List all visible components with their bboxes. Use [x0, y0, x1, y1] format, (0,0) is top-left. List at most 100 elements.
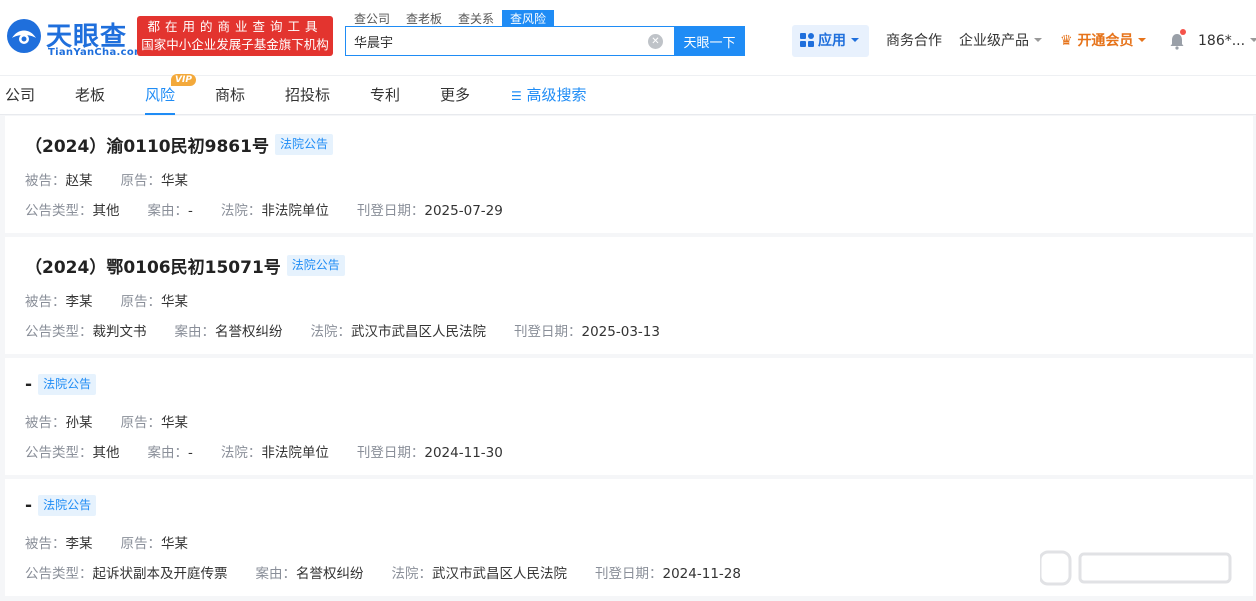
case-number[interactable]: -: [25, 496, 32, 516]
notification-dot: [1180, 29, 1186, 35]
defendant-value: 赵某: [65, 173, 93, 189]
court-label: 法院：: [310, 324, 352, 340]
case-title-row: - 法院公告: [25, 374, 97, 398]
tab-patent[interactable]: 专利: [370, 76, 400, 115]
result-card[interactable]: （2024）鄂0106民初15071号 法院公告 被告：李某 原告：华某 公告类型：…: [5, 237, 1253, 354]
category-tabs: 公司 老板 风险 VIP 商标 招投标 专利 更多 ☰ 高级搜索: [0, 74, 1256, 115]
plaintiff-value: 华某: [161, 415, 188, 431]
tab-company[interactable]: 公司: [5, 76, 35, 115]
logo[interactable]: 天眼查 TianYanCha.com: [6, 16, 144, 60]
details-row: 公告类型：其他 案由：- 法院：非法院单位 刊登日期：2024-11-30: [25, 441, 531, 461]
search-button[interactable]: 天眼一下: [674, 26, 745, 56]
result-card[interactable]: - 法院公告 被告：孙某 原告：华某 公告类型：其他 案由：- 法院：非法院单位 刊登日期…: [5, 358, 1253, 475]
plaintiff-value: 华某: [161, 536, 188, 552]
date-value: 2025-07-29: [424, 203, 503, 219]
watermark-icon: [1040, 550, 1232, 586]
chevron-down-icon: [1250, 38, 1256, 42]
defendant-value: 李某: [65, 294, 93, 310]
defendant-label: 被告：: [25, 415, 66, 431]
business-link[interactable]: 商务合作: [886, 25, 942, 57]
user-phone: 186*...: [1198, 33, 1246, 49]
details-row: 公告类型：其他 案由：- 法院：非法院单位 刊登日期：2025-07-29: [25, 199, 531, 219]
type-value: 其他: [92, 445, 120, 461]
type-value: 其他: [92, 203, 120, 219]
court-value: 非法院单位: [261, 445, 329, 461]
type-value: 裁判文书: [92, 324, 147, 340]
app-grid-icon: [800, 33, 814, 47]
court-value: 武汉市武昌区人民法院: [351, 324, 486, 340]
court-label: 法院：: [220, 445, 262, 461]
notice-tag: 法院公告: [274, 134, 333, 155]
type-label: 公告类型：: [25, 445, 93, 461]
court-value: 非法院单位: [261, 203, 329, 219]
vip-badge: VIP: [171, 74, 196, 86]
case-title-row: （2024）鄂0106民初15071号 法院公告: [25, 253, 345, 278]
result-card[interactable]: （2024）渝0110民初9861号 法院公告 被告：赵某 原告：华某 公告类型：其…: [5, 116, 1253, 233]
slogan-banner: 都在用的商业查询工具 国家中小企业发展子基金旗下机构: [137, 16, 333, 56]
cause-value: 名誉权纠纷: [215, 324, 283, 340]
tab-bidding[interactable]: 招投标: [285, 76, 330, 115]
parties-row: 被告：李某 原告：华某: [25, 532, 216, 552]
cause-label: 案由：: [174, 324, 216, 340]
defendant-label: 被告：: [25, 173, 66, 189]
type-label: 公告类型：: [25, 324, 93, 340]
clear-icon[interactable]: ✕: [648, 34, 663, 49]
defendant-value: 孙某: [65, 415, 93, 431]
search-input[interactable]: [346, 27, 636, 55]
cause-value: -: [188, 445, 193, 461]
type-label: 公告类型：: [25, 203, 93, 219]
vip-menu[interactable]: ♛ 开通会员: [1060, 25, 1147, 57]
date-label: 刊登日期：: [514, 324, 582, 340]
details-row: 公告类型：裁判文书 案由：名誉权纠纷 法院：武汉市武昌区人民法院 刊登日期：2025-…: [25, 320, 688, 340]
app-menu-button[interactable]: 应用: [792, 25, 869, 57]
cause-label: 案由：: [255, 566, 297, 582]
date-value: 2024-11-30: [424, 445, 503, 461]
cause-value: 名誉权纠纷: [296, 566, 364, 582]
enterprise-menu[interactable]: 企业级产品: [959, 25, 1042, 57]
plaintiff-label: 原告：: [120, 173, 162, 189]
defendant-label: 被告：: [25, 294, 66, 310]
plaintiff-label: 原告：: [120, 415, 162, 431]
logo-domain: TianYanCha.com: [48, 47, 145, 58]
top-bar: 天眼查 TianYanCha.com 都在用的商业查询工具 国家中小企业发展子基…: [0, 0, 1256, 75]
date-label: 刊登日期：: [595, 566, 663, 582]
tab-more[interactable]: 更多: [440, 76, 470, 115]
date-value: 2025-03-13: [581, 324, 660, 340]
case-title-row: （2024）渝0110民初9861号 法院公告: [25, 132, 333, 157]
plaintiff-value: 华某: [161, 294, 188, 310]
notice-tag: 法院公告: [38, 495, 97, 516]
case-number[interactable]: -: [25, 375, 32, 395]
search-type-tabs: 查公司 查老板 查关系 查风险: [346, 8, 555, 28]
chevron-down-icon: [851, 38, 859, 42]
tab-trademark[interactable]: 商标: [215, 76, 245, 115]
date-value: 2024-11-28: [662, 566, 741, 582]
chevron-down-icon: [1034, 38, 1042, 42]
parties-row: 被告：李某 原告：华某: [25, 290, 216, 310]
vip-label: 开通会员: [1077, 33, 1134, 49]
notice-tag: 法院公告: [286, 255, 345, 276]
tab-boss[interactable]: 老板: [75, 76, 105, 115]
court-label: 法院：: [220, 203, 262, 219]
defendant-value: 李某: [65, 536, 93, 552]
case-number[interactable]: （2024）渝0110民初9861号: [25, 137, 269, 157]
filter-icon: ☰: [511, 89, 522, 103]
result-list: （2024）渝0110民初9861号 法院公告 被告：赵某 原告：华某 公告类型：其…: [5, 116, 1253, 600]
slogan-line-2: 国家中小企业发展子基金旗下机构: [141, 37, 329, 52]
case-number[interactable]: （2024）鄂0106民初15071号: [25, 258, 281, 278]
date-label: 刊登日期：: [356, 445, 425, 461]
eye-logo-icon: [7, 19, 41, 53]
user-menu[interactable]: 186*...: [1198, 25, 1256, 57]
court-label: 法院：: [391, 566, 433, 582]
plaintiff-value: 华某: [161, 173, 188, 189]
date-label: 刊登日期：: [356, 203, 425, 219]
case-title-row: - 法院公告: [25, 495, 97, 519]
search-box: ✕: [345, 26, 675, 56]
enterprise-label: 企业级产品: [959, 33, 1029, 49]
notice-tag: 法院公告: [38, 374, 97, 395]
cause-value: -: [188, 203, 193, 219]
advanced-search-link[interactable]: ☰ 高级搜索: [511, 76, 587, 115]
chevron-down-icon: [1138, 38, 1147, 42]
cause-label: 案由：: [147, 445, 189, 461]
plaintiff-label: 原告：: [120, 294, 162, 310]
parties-row: 被告：孙某 原告：华某: [25, 411, 216, 431]
